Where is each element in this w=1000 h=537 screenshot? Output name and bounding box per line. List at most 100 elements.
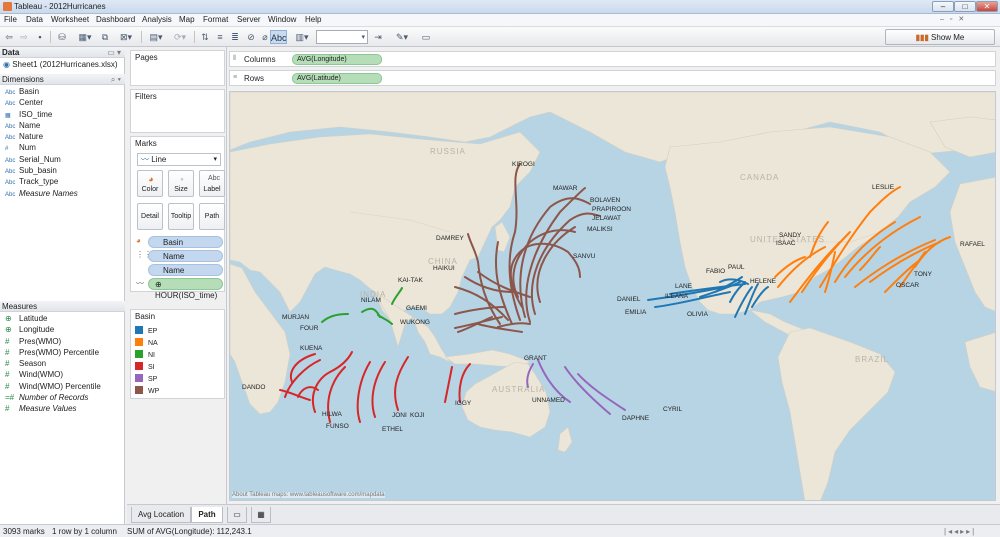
- field-type-icon: #: [5, 347, 10, 357]
- label-button[interactable]: Abc Label: [199, 170, 225, 197]
- tab-path[interactable]: Path: [191, 507, 223, 523]
- field-item[interactable]: ⊕ Longitude: [0, 324, 125, 335]
- map-view[interactable]: RUSSIA CANADA UNITED STATES CHINA INDIA AUSTR…: [229, 91, 996, 501]
- field-item[interactable]: # Num: [0, 142, 125, 153]
- field-name: Wind(WMO) Percentile: [19, 381, 101, 391]
- presentation-icon[interactable]: ▭: [420, 30, 432, 44]
- tooltip-button[interactable]: Tooltip: [168, 203, 194, 230]
- field-item[interactable]: # Pres(WMO): [0, 336, 125, 347]
- name-pill-1[interactable]: Name: [148, 250, 223, 262]
- detail-button[interactable]: Detail: [137, 203, 163, 230]
- legend-item[interactable]: SP: [135, 374, 157, 385]
- field-item[interactable]: =# Number of Records: [0, 392, 125, 403]
- menu-data[interactable]: Data: [26, 15, 43, 24]
- legend-item[interactable]: WP: [135, 386, 159, 397]
- rows-shelf[interactable]: ≡ Rows AVG(Latitude): [229, 70, 996, 86]
- show-me-button[interactable]: ▮▮▮ Show Me: [885, 29, 995, 45]
- field-item[interactable]: Abc Name: [0, 120, 125, 131]
- field-item[interactable]: # Season: [0, 358, 125, 369]
- pages-card[interactable]: Pages: [130, 50, 225, 86]
- mark-type-dropdown[interactable]: 〰 Line ▾: [137, 153, 221, 166]
- legend-item[interactable]: SI: [135, 362, 155, 373]
- color-button[interactable]: ◕ Color: [137, 170, 163, 197]
- region-label: BRAZIL: [855, 355, 889, 364]
- field-item[interactable]: Abc Track_type: [0, 176, 125, 187]
- menu-worksheet[interactable]: Worksheet: [51, 15, 89, 24]
- map-canvas[interactable]: RUSSIACANADAUNITED STATESCHINAINDIAAUSTR…: [230, 92, 996, 501]
- menu-dashboard[interactable]: Dashboard: [96, 15, 135, 24]
- field-item[interactable]: # Wind(WMO) Percentile: [0, 381, 125, 392]
- minimize-button[interactable]: –: [932, 1, 954, 12]
- sort-ascending-icon[interactable]: ≡: [214, 30, 226, 44]
- menu-server[interactable]: Server: [237, 15, 261, 24]
- new-worksheet-tab-icon[interactable]: ▭: [227, 507, 247, 523]
- toolbar-separator: [50, 31, 51, 43]
- basin-pill[interactable]: Basin: [148, 236, 223, 248]
- size-button[interactable]: ◦ Size: [168, 170, 194, 197]
- legend-swatch: [135, 386, 143, 394]
- mark-type-label: Line: [151, 155, 167, 164]
- refresh-icon[interactable]: ⟳▾: [170, 30, 190, 44]
- fit-dropdown[interactable]: ▾: [316, 30, 368, 44]
- menu-file[interactable]: File: [4, 15, 17, 24]
- pane-menu-icons[interactable]: ▭ ▾: [107, 47, 121, 58]
- group-icon[interactable]: ⊘: [245, 30, 257, 44]
- field-item[interactable]: # Measure Values: [0, 403, 125, 414]
- forward-arrow-icon[interactable]: ⇨: [18, 30, 30, 44]
- field-item[interactable]: Abc Center: [0, 97, 125, 108]
- field-item[interactable]: Abc Nature: [0, 131, 125, 142]
- field-item[interactable]: # Pres(WMO) Percentile: [0, 347, 125, 358]
- path-button[interactable]: Path: [199, 203, 225, 230]
- menu-map[interactable]: Map: [179, 15, 195, 24]
- show-labels-button[interactable]: Abc: [270, 30, 287, 44]
- pause-updates-icon[interactable]: ▤▾: [146, 30, 166, 44]
- legend-swatch: [135, 338, 143, 346]
- field-item[interactable]: Abc Measure Names: [0, 188, 125, 199]
- field-item[interactable]: # Wind(WMO): [0, 369, 125, 380]
- filters-card[interactable]: Filters: [130, 89, 225, 133]
- menu-analysis[interactable]: Analysis: [142, 15, 172, 24]
- back-arrow-icon[interactable]: ⇦: [3, 30, 15, 44]
- data-source-item[interactable]: ◉ Sheet1 (2012Hurricanes.xlsx): [3, 60, 118, 69]
- pen-icon[interactable]: ✎▾: [392, 30, 412, 44]
- clear-sheet-icon[interactable]: ⊠▾: [116, 30, 136, 44]
- fit-icon[interactable]: ▥▾: [292, 30, 312, 44]
- close-button[interactable]: ✕: [976, 1, 998, 12]
- map-attribution[interactable]: About Tableau maps: www.tableausoftware.…: [232, 492, 385, 498]
- tab-avg-location[interactable]: Avg Location: [131, 507, 191, 523]
- avg-latitude-pill[interactable]: AVG(Latitude): [292, 73, 382, 84]
- maximize-button[interactable]: □: [954, 1, 976, 12]
- legend-item[interactable]: EP: [135, 326, 157, 337]
- legend-item[interactable]: NA: [135, 338, 158, 349]
- name-pill-2[interactable]: Name: [148, 264, 223, 276]
- storm-label: OSCAR: [896, 282, 919, 289]
- storm-label: LANE: [675, 283, 693, 290]
- columns-shelf[interactable]: ⦀ Columns AVG(Longitude): [229, 51, 996, 67]
- menu-format[interactable]: Format: [203, 15, 228, 24]
- sheet-navigation-icons[interactable]: |◂◂▸▸|: [944, 527, 976, 536]
- new-worksheet-icon[interactable]: ▦▾: [75, 30, 95, 44]
- expand-icon: ⊕: [155, 280, 162, 289]
- fix-axes-icon[interactable]: ⇥: [372, 30, 384, 44]
- hour-iso-time-pill[interactable]: ⊕ HOUR(ISO_time): [148, 278, 223, 300]
- storm-label: WUKONG: [400, 319, 430, 326]
- sort-descending-icon[interactable]: ≣: [229, 30, 241, 44]
- label-label: Label: [203, 186, 221, 193]
- data-source-icon[interactable]: ⛁: [56, 30, 68, 44]
- field-item[interactable]: Abc Sub_basin: [0, 165, 125, 176]
- menu-window[interactable]: Window: [268, 15, 296, 24]
- duplicate-icon[interactable]: ⧉: [98, 30, 112, 44]
- field-item[interactable]: ▦ ISO_time: [0, 109, 125, 120]
- legend-item[interactable]: NI: [135, 350, 155, 361]
- menu-help[interactable]: Help: [305, 15, 321, 24]
- swap-icon[interactable]: ⇅: [199, 30, 211, 44]
- dimension-tools-icons[interactable]: ⌕ ▾: [111, 74, 121, 85]
- save-icon[interactable]: ▪: [34, 30, 46, 44]
- field-item[interactable]: Abc Serial_Num: [0, 154, 125, 165]
- field-item[interactable]: ⊕ Latitude: [0, 313, 125, 324]
- menu-window-controls[interactable]: –▫✕: [940, 15, 996, 25]
- avg-longitude-pill[interactable]: AVG(Longitude): [292, 54, 382, 65]
- new-dashboard-tab-icon[interactable]: ▦: [251, 507, 271, 523]
- field-item[interactable]: Abc Basin: [0, 86, 125, 97]
- toolbar: ⇦ ⇨ ▪ ⛁ ▦▾ ⧉ ⊠▾ ▤▾ ⟳▾ ⇅ ≡ ≣ ⊘ ⌀ Abc ▥▾ ▾…: [0, 27, 1000, 47]
